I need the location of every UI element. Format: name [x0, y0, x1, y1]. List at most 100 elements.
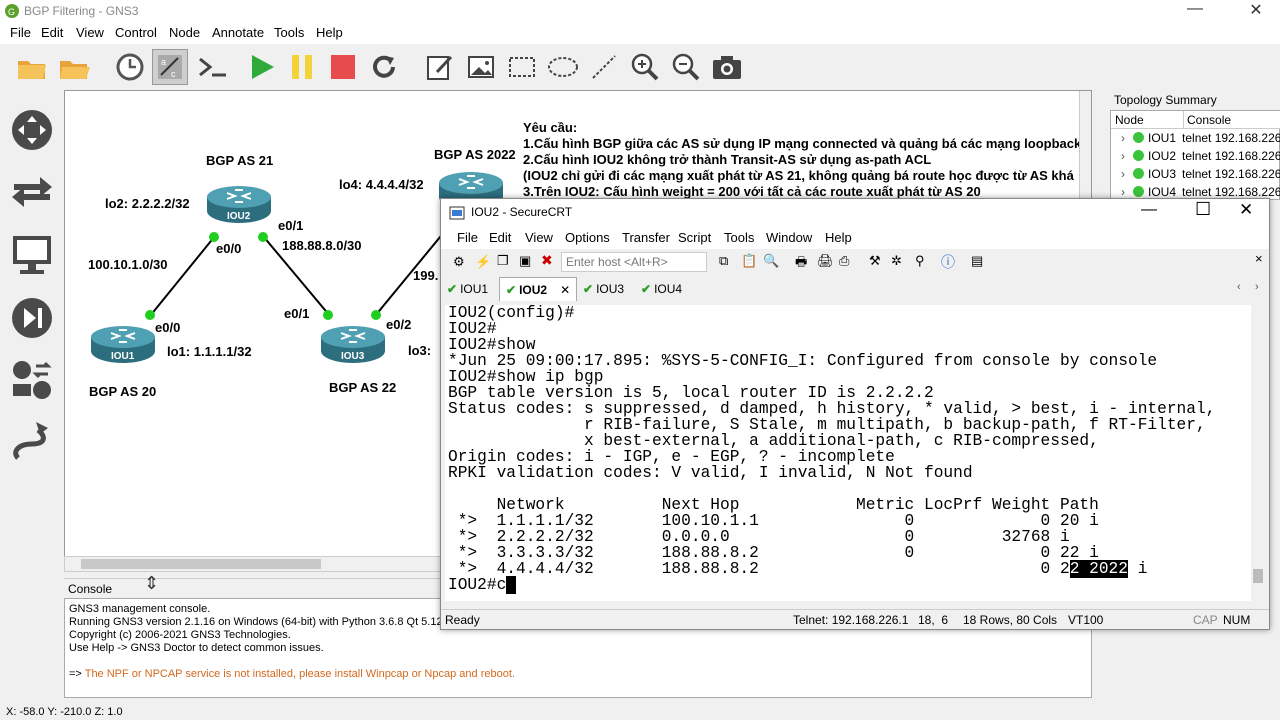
zoom-in-icon[interactable] [627, 49, 663, 85]
crt-menu-window[interactable]: Window [766, 230, 812, 245]
crt-menu-view[interactable]: View [525, 230, 553, 245]
connected-check-icon: ✔ [506, 282, 517, 297]
router-iou2-icon[interactable]: IOU2 [205, 183, 273, 225]
securecrt-window[interactable]: IOU2 - SecureCRT — ☐ ✕ File Edit View Op… [440, 198, 1270, 630]
crt-menu-options[interactable]: Options [565, 230, 610, 245]
disconnect-icon[interactable]: ✖ [541, 252, 553, 269]
toolbar-close-icon[interactable]: × [1255, 251, 1263, 266]
crt-menu-file[interactable]: File [457, 230, 478, 245]
screenshot-camera-icon[interactable] [709, 49, 745, 85]
menu-node[interactable]: Node [169, 25, 200, 40]
tab-iou4[interactable]: ✔ IOU4 [641, 279, 682, 299]
crt-menu-edit[interactable]: Edit [489, 230, 511, 245]
print-screen-icon[interactable]: 🖨 [817, 253, 834, 269]
suspend-all-icon[interactable] [284, 49, 320, 85]
add-note-icon[interactable] [422, 49, 458, 85]
global-options-icon[interactable]: ✲ [891, 253, 902, 269]
snapshot-clock-icon[interactable] [112, 49, 148, 85]
reconnect-icon[interactable]: ▣ [519, 253, 531, 269]
svg-text:a: a [161, 57, 166, 67]
all-devices-icon[interactable] [8, 356, 56, 404]
add-link-icon[interactable] [8, 418, 56, 466]
terminal-scroll-thumb[interactable] [1253, 569, 1263, 583]
routers-icon[interactable] [8, 106, 56, 154]
title-bar: G BGP Filtering - GNS3 — ✕ [0, 0, 1280, 22]
menu-annotate[interactable]: Annotate [212, 25, 264, 40]
copy-icon[interactable]: ⧉ [719, 253, 728, 269]
show-interface-labels-icon[interactable]: ac [152, 49, 188, 85]
summary-row[interactable]: › IOU2 telnet 192.168.226 [1111, 149, 1280, 167]
help-icon[interactable]: ⓘ [941, 252, 955, 272]
menu-tools[interactable]: Tools [274, 25, 304, 40]
terminal-line: r RIB-failure, S Stale, m multipath, b b… [448, 416, 1206, 434]
insert-image-icon[interactable] [463, 49, 499, 85]
end-devices-icon[interactable] [8, 230, 56, 278]
start-all-icon[interactable] [243, 49, 279, 85]
draw-ellipse-icon[interactable] [545, 49, 581, 85]
keymap-icon[interactable]: ⚲ [915, 253, 925, 269]
menu-file[interactable]: File [10, 25, 31, 40]
connect-tab-icon[interactable]: ❐ [497, 253, 509, 269]
find-icon[interactable]: 🔍 [763, 253, 779, 269]
connect-icon[interactable]: ⚙ [453, 254, 465, 270]
summary-row[interactable]: › IOU3 telnet 192.168.226 [1111, 167, 1280, 185]
crt-menu-transfer[interactable]: Transfer [622, 230, 670, 245]
print-icon[interactable]: 🖶 [795, 253, 807, 275]
summary-row[interactable]: › IOU1 telnet 192.168.226 [1111, 131, 1280, 149]
port-status-dot [145, 310, 155, 320]
crt-menu-help[interactable]: Help [825, 230, 852, 245]
security-devices-icon[interactable] [8, 294, 56, 342]
terminal-vscroll[interactable] [1251, 305, 1265, 601]
draw-rectangle-icon[interactable] [504, 49, 540, 85]
stop-all-icon[interactable] [325, 49, 361, 85]
router-iou1-icon[interactable]: IOU1 [89, 323, 157, 365]
task-line: 2.Cấu hình IOU2 không trở thành Transit-… [523, 152, 932, 167]
crt-maximize-button[interactable]: ☐ [1195, 199, 1211, 220]
task-line: Yêu cầu: [523, 120, 578, 135]
menu-help[interactable]: Help [316, 25, 343, 40]
terminal-line: Origin codes: i - IGP, e - EGP, ? - inco… [448, 448, 895, 466]
tab-iou3[interactable]: ✔ IOU3 [583, 279, 624, 299]
terminal-selection: 2 2022 [1069, 560, 1128, 578]
terminal-cursor: _ [506, 576, 517, 594]
tab-iou2[interactable]: ✔ IOU2 ✕ [499, 277, 578, 301]
zoom-out-icon[interactable] [668, 49, 704, 85]
paste-icon[interactable]: 📋 [741, 253, 757, 269]
quick-connect-icon[interactable]: ⚡ [475, 254, 491, 270]
as2022-label: BGP AS 2022 [434, 147, 516, 162]
new-project-icon[interactable] [14, 49, 50, 85]
status-green-icon [1133, 150, 1144, 161]
host-input[interactable]: Enter host <Alt+R> [561, 252, 707, 272]
crt-close-button[interactable]: ✕ [1239, 200, 1253, 220]
terminal-screen[interactable]: IOU2(config)# IOU2# IOU2#show *Jun 25 09:00… [445, 305, 1251, 601]
close-button[interactable]: ✕ [1236, 0, 1276, 22]
window-title: BGP Filtering - GNS3 [24, 4, 139, 18]
menu-control[interactable]: Control [115, 25, 157, 40]
print-selection-icon[interactable]: ⎙ [839, 253, 849, 269]
crt-menu-script[interactable]: Script [678, 230, 711, 245]
menu-view[interactable]: View [76, 25, 104, 40]
menu-edit[interactable]: Edit [41, 25, 63, 40]
tab-scroll-left-icon[interactable]: ‹ [1237, 281, 1241, 293]
tab-close-icon[interactable]: ✕ [560, 283, 570, 297]
toolbar: ac [0, 44, 1280, 90]
router-iou3-icon[interactable]: IOU3 [319, 323, 387, 365]
session-options-icon[interactable]: ⚒ [869, 253, 881, 269]
crt-minimize-button[interactable]: — [1141, 201, 1157, 219]
iou2-e00-label: e0/0 [216, 241, 242, 256]
draw-line-icon[interactable] [586, 49, 622, 85]
console-all-icon[interactable] [194, 49, 230, 85]
connected-check-icon: ✔ [447, 282, 458, 296]
topology-summary-title: Topology Summary [1114, 93, 1217, 107]
tab-iou1[interactable]: ✔ IOU1 [447, 279, 488, 299]
reload-all-icon[interactable] [366, 49, 402, 85]
switches-icon[interactable] [8, 166, 56, 214]
crt-menu-tools[interactable]: Tools [724, 230, 754, 245]
hscroll-thumb[interactable] [81, 559, 321, 569]
tab-scroll-right-icon[interactable]: › [1255, 281, 1259, 293]
minimize-button[interactable]: — [1180, 0, 1210, 22]
sftp-icon[interactable]: ▤ [971, 253, 983, 269]
open-folder-icon[interactable] [56, 49, 92, 85]
port-status-dot [323, 310, 333, 320]
terminal-line: *> 3.3.3.3/32 188.88.8.2 0 0 22 i [448, 544, 1099, 562]
